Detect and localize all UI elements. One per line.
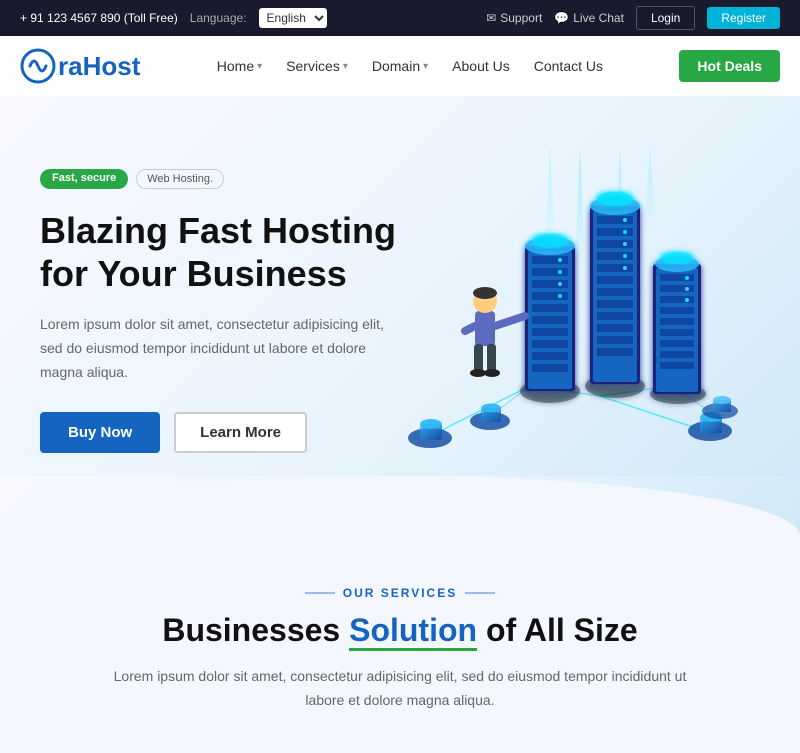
services-title-part1: Businesses <box>162 612 340 648</box>
phone-number: + 91 123 4567 890 (Toll Free) <box>20 11 178 25</box>
nav-item-about[interactable]: About Us <box>452 58 510 74</box>
services-description: Lorem ipsum dolor sit amet, consectetur … <box>110 665 690 713</box>
top-bar: + 91 123 4567 890 (Toll Free) Language: … <box>0 0 800 36</box>
hero-badges: Fast, secure Web Hosting. <box>40 169 400 189</box>
hero-illustration <box>400 146 760 476</box>
services-section: OUR SERVICES Businesses Solution of All … <box>0 536 800 753</box>
chat-icon: 💬 <box>554 11 569 25</box>
top-bar-right: ✉ Support 💬 Live Chat Login Register <box>486 6 780 30</box>
login-button[interactable]: Login <box>636 6 695 30</box>
logo-icon <box>20 48 56 84</box>
top-bar-left: + 91 123 4567 890 (Toll Free) Language: … <box>20 8 327 28</box>
section-label: OUR SERVICES <box>40 586 760 600</box>
nav-item-home[interactable]: Home ▾ <box>217 58 262 74</box>
services-title-part2: of All Size <box>486 612 638 648</box>
register-button[interactable]: Register <box>707 7 780 29</box>
live-chat-link[interactable]: 💬 Live Chat <box>554 11 624 25</box>
nav-link-services[interactable]: Services ▾ <box>286 58 348 74</box>
nav-item-domain[interactable]: Domain ▾ <box>372 58 428 74</box>
badge-fast: Fast, secure <box>40 169 128 189</box>
nav-links: Home ▾ Services ▾ Domain ▾ About Us Cont… <box>217 58 603 74</box>
services-title: Businesses Solution of All Size <box>40 612 760 649</box>
nav-link-contact[interactable]: Contact Us <box>534 58 603 74</box>
hero-description: Lorem ipsum dolor sit amet, consectetur … <box>40 313 400 384</box>
language-select[interactable]: English <box>259 8 327 28</box>
nav-link-home[interactable]: Home ▾ <box>217 58 262 74</box>
nav-link-about[interactable]: About Us <box>452 58 510 74</box>
hero-curve <box>0 476 800 536</box>
hot-deals-button[interactable]: Hot Deals <box>679 50 780 82</box>
language-label: Language: <box>190 11 247 25</box>
domain-dropdown-arrow: ▾ <box>423 61 428 72</box>
support-link[interactable]: ✉ Support <box>486 11 542 25</box>
nav-item-services[interactable]: Services ▾ <box>286 58 348 74</box>
logo[interactable]: raHost <box>20 48 140 84</box>
services-dropdown-arrow: ▾ <box>343 61 348 72</box>
hero-content: Fast, secure Web Hosting. Blazing Fast H… <box>40 169 400 454</box>
hero-title: Blazing Fast Hosting for Your Business <box>40 209 400 295</box>
badge-web: Web Hosting. <box>136 169 224 189</box>
hero-buttons: Buy Now Learn More <box>40 412 400 453</box>
learn-more-button[interactable]: Learn More <box>174 412 307 453</box>
hero-section: Fast, secure Web Hosting. Blazing Fast H… <box>0 96 800 476</box>
server-illustration-svg <box>400 146 760 476</box>
nav-link-domain[interactable]: Domain ▾ <box>372 58 428 74</box>
nav-item-contact[interactable]: Contact Us <box>534 58 603 74</box>
main-nav: raHost Home ▾ Services ▾ Domain ▾ About … <box>0 36 800 96</box>
buy-now-button[interactable]: Buy Now <box>40 412 160 453</box>
logo-text: raHost <box>58 51 140 82</box>
home-dropdown-arrow: ▾ <box>257 61 262 72</box>
services-title-highlight: Solution <box>349 612 477 651</box>
support-icon: ✉ <box>486 11 496 25</box>
